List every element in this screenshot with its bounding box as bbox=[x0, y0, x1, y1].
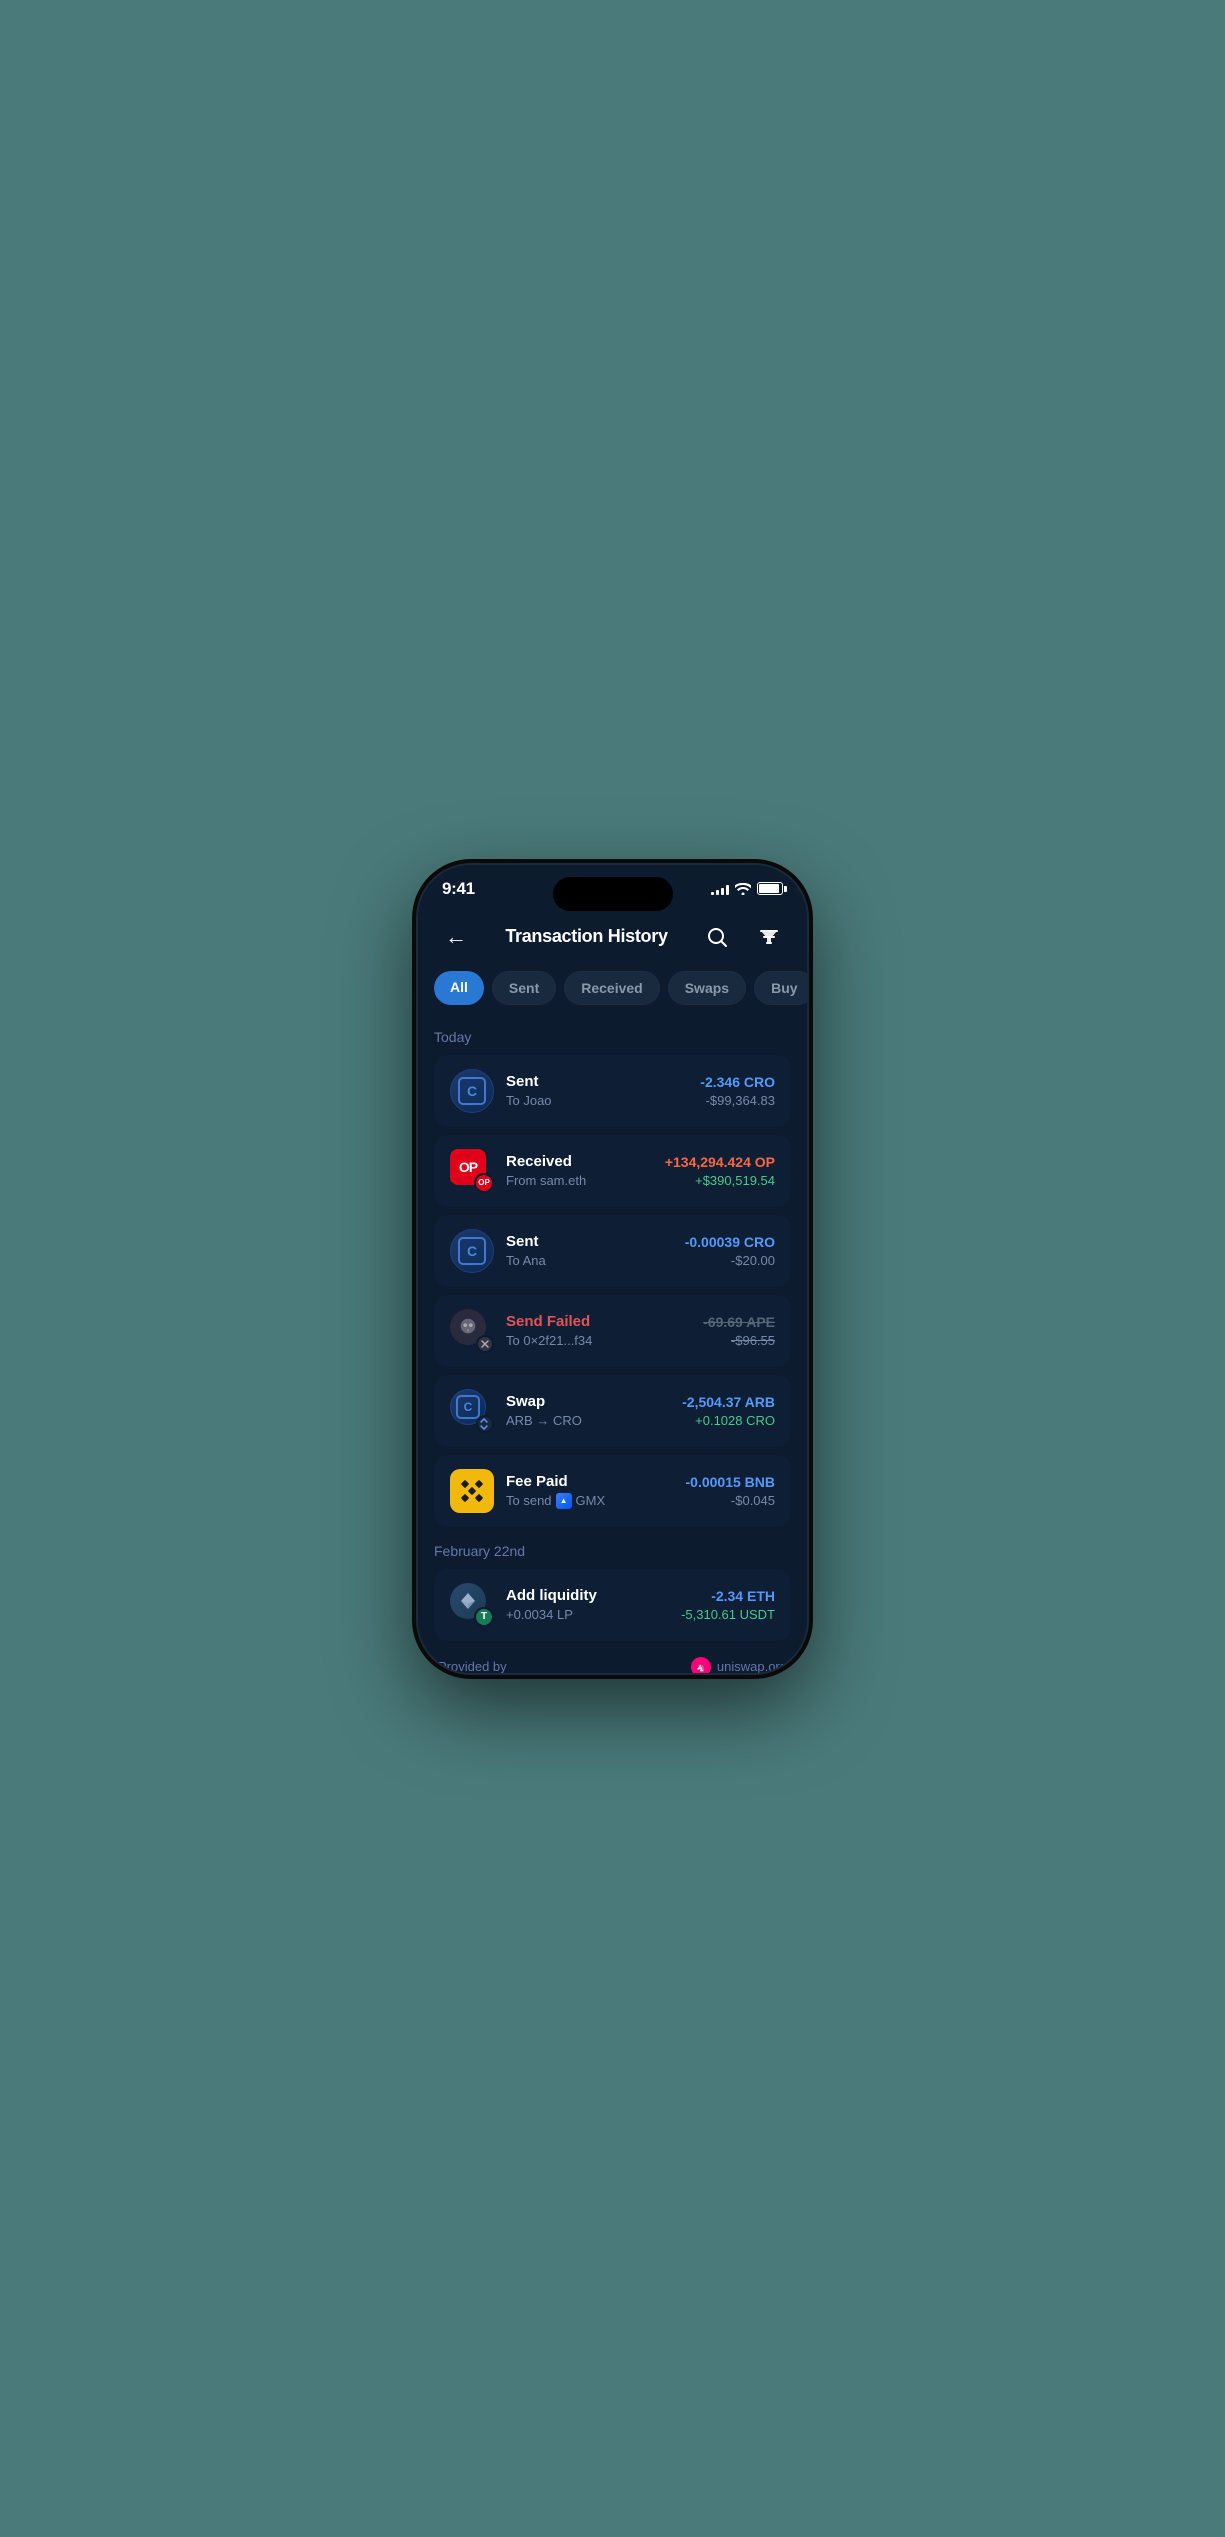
skull-icon bbox=[457, 1316, 479, 1338]
filter-tabs: All Sent Received Swaps Buy Se bbox=[418, 971, 807, 1021]
tx-info: Received From sam.eth bbox=[506, 1153, 653, 1188]
tx-amount-secondary: -$96.55 bbox=[703, 1333, 775, 1348]
tx-subtitle: To Ana bbox=[506, 1253, 673, 1268]
wifi-icon bbox=[735, 883, 751, 895]
transaction-item[interactable]: Fee Paid To send ▲ GMX -0.00015 BNB -$0.… bbox=[434, 1455, 791, 1527]
tx-subtitle: From sam.eth bbox=[506, 1173, 653, 1188]
back-arrow-icon: ← bbox=[445, 924, 467, 950]
tx-amounts: +134,294.424 OP +$390,519.54 bbox=[665, 1154, 775, 1188]
screen: 9:41 ← bbox=[418, 865, 807, 1673]
eth-icon bbox=[458, 1591, 478, 1611]
tx-amount-primary: -0.00039 CRO bbox=[685, 1234, 775, 1250]
filter-icon bbox=[759, 927, 779, 947]
bnb-logo bbox=[459, 1478, 485, 1504]
tx-amounts: -0.00039 CRO -$20.00 bbox=[685, 1234, 775, 1268]
tx-title: Swap bbox=[506, 1393, 670, 1410]
transaction-item[interactable]: C Swap ARB → CRO -2,504.37 ARB +0.102 bbox=[434, 1375, 791, 1447]
tab-sent[interactable]: Sent bbox=[492, 971, 556, 1005]
dynamic-island bbox=[553, 877, 673, 911]
cro-token-icon: C bbox=[450, 1229, 494, 1273]
tx-amounts: -2,504.37 ARB +0.1028 CRO bbox=[682, 1394, 775, 1428]
filter-button[interactable] bbox=[751, 919, 787, 955]
tx-info: Swap ARB → CRO bbox=[506, 1393, 670, 1428]
transaction-item[interactable]: T Add liquidity +0.0034 LP -2.34 ETH -5,… bbox=[434, 1569, 791, 1641]
tab-buy[interactable]: Buy bbox=[754, 971, 807, 1005]
tx-info: Add liquidity +0.0034 LP bbox=[506, 1587, 669, 1622]
transaction-item[interactable]: C Sent To Ana -0.00039 CRO -$20.00 bbox=[434, 1215, 791, 1287]
tx-title: Sent bbox=[506, 1073, 688, 1090]
uniswap-icon: 🦄 bbox=[691, 1657, 711, 1673]
tx-amounts: -2.34 ETH -5,310.61 USDT bbox=[681, 1588, 775, 1622]
tx-amount-secondary: -$20.00 bbox=[685, 1253, 775, 1268]
tx-title: Add liquidity bbox=[506, 1587, 669, 1604]
tx-amount-primary: -2,504.37 ARB bbox=[682, 1394, 775, 1410]
section-feb22: February 22nd bbox=[434, 1535, 791, 1569]
tx-amount-secondary: -$0.045 bbox=[686, 1493, 776, 1508]
tx-amounts: -2.346 CRO -$99,364.83 bbox=[700, 1074, 775, 1108]
cro-token-icon: C bbox=[450, 1069, 494, 1113]
tx-info: Sent To Ana bbox=[506, 1233, 673, 1268]
search-button[interactable] bbox=[699, 919, 735, 955]
transaction-list[interactable]: Today C Sent To Joao -2.346 CRO -$99,364… bbox=[418, 1021, 807, 1673]
op-token-icon: OP OP bbox=[450, 1149, 494, 1193]
tx-amount-secondary: +0.1028 CRO bbox=[682, 1413, 775, 1428]
tab-all[interactable]: All bbox=[434, 971, 484, 1005]
tx-amount-primary: -2.346 CRO bbox=[700, 1074, 775, 1090]
tx-amount-primary: -69.69 APE bbox=[703, 1314, 775, 1330]
tx-info: Fee Paid To send ▲ GMX bbox=[506, 1473, 674, 1509]
transaction-item[interactable]: C Sent To Joao -2.346 CRO -$99,364.83 bbox=[434, 1055, 791, 1127]
tx-amount-primary: +134,294.424 OP bbox=[665, 1154, 775, 1170]
tx-subtitle: To Joao bbox=[506, 1093, 688, 1108]
transaction-item[interactable]: OP OP Received From sam.eth +134,294.424… bbox=[434, 1135, 791, 1207]
tx-amount-secondary: +$390,519.54 bbox=[665, 1173, 775, 1188]
tx-amount-secondary: -5,310.61 USDT bbox=[681, 1607, 775, 1622]
tx-amount-primary: -2.34 ETH bbox=[681, 1588, 775, 1604]
tx-title: Send Failed bbox=[506, 1313, 691, 1330]
failed-tx-icon bbox=[450, 1309, 494, 1353]
header-actions bbox=[699, 919, 787, 955]
tx-subtitle: To send ▲ GMX bbox=[506, 1493, 674, 1509]
tx-title: Sent bbox=[506, 1233, 673, 1250]
swap-arrows-icon bbox=[479, 1418, 491, 1430]
tx-info: Sent To Joao bbox=[506, 1073, 688, 1108]
tab-swaps[interactable]: Swaps bbox=[668, 971, 746, 1005]
tx-subtitle: +0.0034 LP bbox=[506, 1607, 669, 1622]
provider-label: Provided by bbox=[438, 1659, 507, 1673]
status-icons bbox=[711, 882, 783, 895]
tx-amount-primary: -0.00015 BNB bbox=[686, 1474, 776, 1490]
liquidity-icon: T bbox=[450, 1583, 494, 1627]
phone-frame: 9:41 ← bbox=[416, 863, 809, 1675]
section-today: Today bbox=[434, 1021, 791, 1055]
gmx-token-icon: ▲ bbox=[556, 1493, 572, 1509]
battery-icon bbox=[757, 882, 783, 895]
tx-title: Fee Paid bbox=[506, 1473, 674, 1490]
tx-info: Send Failed To 0×2f21...f34 bbox=[506, 1313, 691, 1348]
svg-text:🦄: 🦄 bbox=[697, 1663, 706, 1672]
tx-amounts: -69.69 APE -$96.55 bbox=[703, 1314, 775, 1348]
bnb-token-icon bbox=[450, 1469, 494, 1513]
tab-received[interactable]: Received bbox=[564, 971, 659, 1005]
swap-icon: C bbox=[450, 1389, 494, 1433]
tx-amounts: -0.00015 BNB -$0.045 bbox=[686, 1474, 776, 1508]
page-header: ← Transaction History bbox=[418, 907, 807, 971]
tx-title: Received bbox=[506, 1153, 653, 1170]
tx-subtitle: ARB → CRO bbox=[506, 1413, 670, 1428]
status-time: 9:41 bbox=[442, 879, 475, 899]
page-title: Transaction History bbox=[505, 926, 667, 947]
signal-icon bbox=[711, 883, 729, 895]
back-button[interactable]: ← bbox=[438, 919, 474, 955]
tx-subtitle: To 0×2f21...f34 bbox=[506, 1333, 691, 1348]
tx-amount-secondary: -$99,364.83 bbox=[700, 1093, 775, 1108]
search-icon bbox=[706, 926, 728, 948]
provider-name: uniswap.org bbox=[717, 1659, 787, 1673]
provider-row: Provided by 🦄 uniswap.org bbox=[434, 1649, 791, 1673]
transaction-item[interactable]: Send Failed To 0×2f21...f34 -69.69 APE -… bbox=[434, 1295, 791, 1367]
